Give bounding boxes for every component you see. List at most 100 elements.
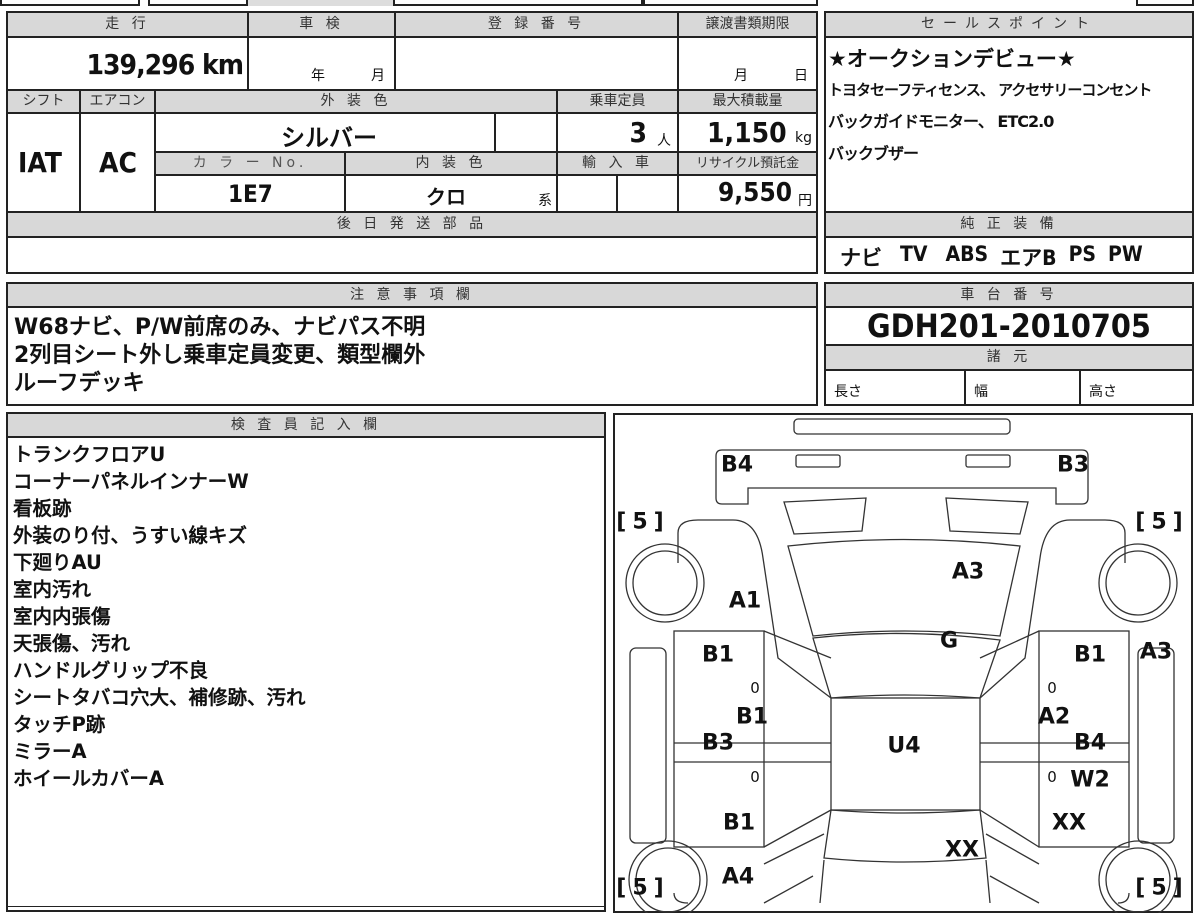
damage-mark: B3 <box>1056 452 1090 478</box>
damage-mark: XX <box>945 837 979 863</box>
damage-diagram: [5] [5] [5] [5] B4 B3 A3 A1 G B1 B1 A3 B… <box>613 413 1193 913</box>
damage-mark: W2 <box>1070 767 1110 793</box>
length-label: 長さ <box>834 384 862 400</box>
interior-color-cell: クロ 系 <box>345 175 557 212</box>
notes-line: W68ナビ、P/W前席のみ、ナビパス不明 <box>14 315 426 340</box>
max-load-unit: kg <box>795 130 812 146</box>
inspector-line: 室内汚れ <box>13 578 92 601</box>
equipment-item: ABS <box>945 242 989 266</box>
capacity-cell: 3 人 <box>557 113 678 152</box>
shift-cell: IAT <box>7 113 80 212</box>
recycle-cell: 9,550 円 <box>678 175 817 212</box>
max-load-value: 1,150 <box>707 116 787 149</box>
registration-label: 登 録 番 号 <box>395 12 678 37</box>
genuine-equipment-label: 純 正 装 備 <box>825 212 1193 237</box>
color-no-label: カ ラ ー No. <box>155 152 345 175</box>
mileage-cell: 139,296 km <box>7 37 248 90</box>
sales-point-line: ★オークションデビュー★ <box>828 47 1076 71</box>
inspector-line: トランクフロアU <box>13 443 166 466</box>
transfer-day: 日 <box>794 68 808 84</box>
damage-mark: A3 <box>1139 639 1173 665</box>
shift-value: IAT <box>18 146 62 179</box>
length-cell: 長さ <box>825 370 965 405</box>
equipment-item: TV <box>900 242 928 266</box>
zero-mark: 0 <box>750 768 760 786</box>
equipment-item: PW <box>1108 242 1143 266</box>
equipment-item: PS <box>1068 242 1097 266</box>
damage-mark: B1 <box>735 704 769 730</box>
sales-point-label: セールスポイント <box>825 12 1193 37</box>
sales-point-line: バックブザー <box>828 144 919 163</box>
inspector-line: ホイールカバーA <box>13 767 165 790</box>
damage-mark: B4 <box>720 452 754 478</box>
damage-mark: A2 <box>1037 704 1071 730</box>
damage-mark: B1 <box>722 810 756 836</box>
color-no-cell: 1E7 <box>155 175 345 212</box>
shaken-cell: 年 月 <box>248 37 395 90</box>
zero-mark: 0 <box>1047 679 1057 697</box>
damage-mark: XX <box>1052 810 1086 836</box>
aircon-label: エアコン <box>80 90 155 113</box>
notes-label: 注 意 事 項 欄 <box>7 283 817 307</box>
sales-point-line: バックガイドモニター、 ETC2.0 <box>828 112 1054 131</box>
shift-label: シフト <box>7 90 80 113</box>
equipment-item: ナビ <box>840 246 882 270</box>
damage-mark: U4 <box>887 733 921 759</box>
tire-tread-front-right: [5] <box>1135 509 1189 535</box>
interior-color-value: クロ <box>426 185 466 209</box>
chassis-number: GDH201-2010705 <box>867 307 1151 345</box>
interior-color-suffix: 系 <box>538 193 552 209</box>
height-label: 高さ <box>1089 384 1117 400</box>
damage-mark: A4 <box>721 864 755 890</box>
inspector-line: 天張傷、汚れ <box>13 632 131 655</box>
notes-content: W68ナビ、P/W前席のみ、ナビパス不明 2列目シート外し乗車定員変更、類型欄外… <box>7 307 817 405</box>
inspector-line: シートタバコ穴大、補修跡、汚れ <box>13 686 306 709</box>
top-strip <box>0 0 1200 6</box>
transfer-month: 月 <box>734 68 748 84</box>
inspector-line: 室内内張傷 <box>13 605 111 628</box>
recycle-value: 9,550 <box>718 178 792 208</box>
capacity-label: 乗車定員 <box>557 90 678 113</box>
inspector-line: 看板跡 <box>13 497 72 520</box>
zero-mark: 0 <box>750 679 760 697</box>
damage-mark: A3 <box>951 559 985 585</box>
sales-point-content: ★オークションデビュー★ トヨタセーフティセンス、 アクセサリーコンセント バッ… <box>825 37 1193 212</box>
recycle-unit: 円 <box>798 193 812 209</box>
aircon-cell: AC <box>80 113 155 212</box>
equipment-item: エアB <box>1000 246 1057 270</box>
notes-line: ルーフデッキ <box>14 371 145 396</box>
width-label: 幅 <box>974 384 988 400</box>
specs-label: 諸 元 <box>825 345 1193 370</box>
mileage-label: 走 行 <box>7 12 248 37</box>
max-load-cell: 1,150 kg <box>678 113 817 152</box>
notes-line: 2列目シート外し乗車定員変更、類型欄外 <box>14 343 426 368</box>
later-parts-cell <box>7 237 817 273</box>
exterior-extra-cell <box>495 113 557 152</box>
damage-mark: B1 <box>701 642 735 668</box>
max-load-label: 最大積載量 <box>678 90 817 113</box>
exterior-color-cell: シルバー <box>155 113 495 152</box>
color-no-value: 1E7 <box>228 180 273 208</box>
transfer-deadline-label: 譲渡書類期限 <box>678 12 817 37</box>
width-cell: 幅 <box>965 370 1080 405</box>
inspector-line: タッチP跡 <box>13 713 106 736</box>
inspector-line: 下廻りAU <box>13 551 102 574</box>
tire-tread-front-left: [5] <box>616 509 670 535</box>
inspector-label: 検 査 員 記 入 欄 <box>7 413 605 437</box>
genuine-equipment-content: ナビ TV ABS エアB PS PW <box>825 237 1193 273</box>
inspector-line: 外装のり付、うすい線キズ <box>13 524 248 547</box>
damage-mark: A1 <box>728 588 762 614</box>
inspector-content: トランクフロアU コーナーパネルインナーW 看板跡 外装のり付、うすい線キズ 下… <box>7 437 605 907</box>
height-cell: 高さ <box>1080 370 1193 405</box>
chassis-label: 車 台 番 号 <box>825 283 1193 307</box>
inspector-line: ミラーA <box>13 740 87 763</box>
chassis-cell: GDH201-2010705 <box>825 307 1193 345</box>
exterior-color-value: シルバー <box>281 124 377 152</box>
damage-mark: B3 <box>701 730 735 756</box>
damage-mark: B1 <box>1073 642 1107 668</box>
capacity-unit: 人 <box>657 133 671 149</box>
tire-tread-rear-right: [5] <box>1135 875 1189 901</box>
registration-cell <box>395 37 678 90</box>
later-parts-label: 後 日 発 送 部 品 <box>7 212 817 237</box>
sales-point-line: トヨタセーフティセンス、 アクセサリーコンセント <box>828 81 1152 99</box>
